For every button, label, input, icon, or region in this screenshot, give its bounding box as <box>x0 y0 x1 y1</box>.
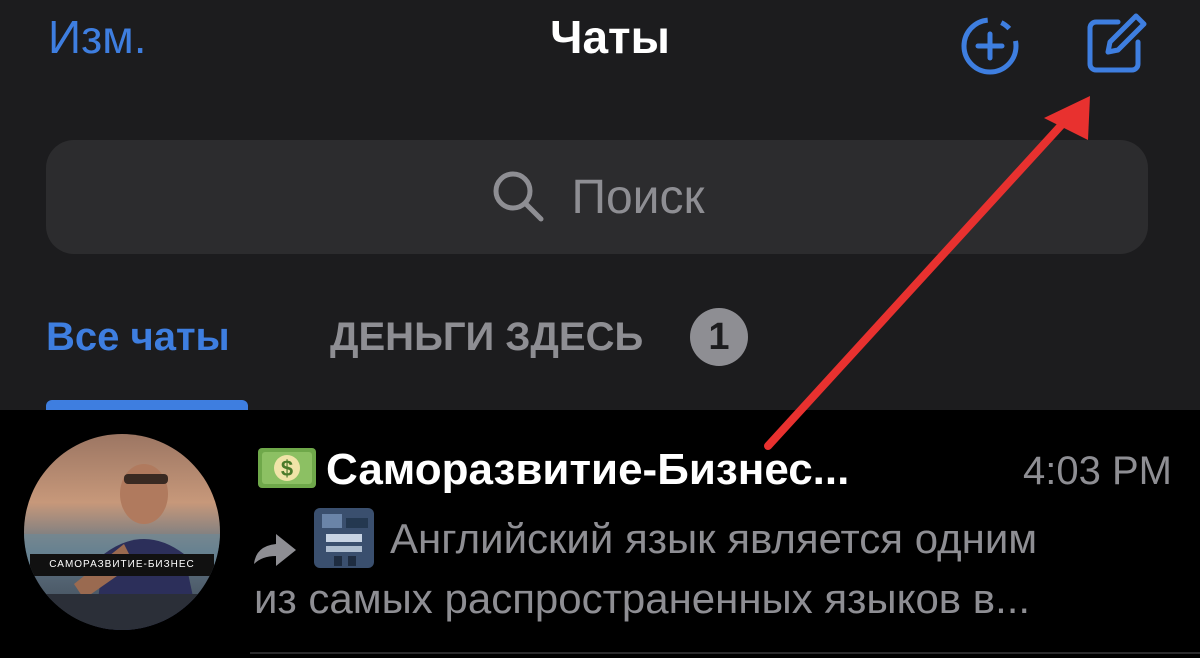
new-story-button[interactable] <box>956 12 1028 84</box>
plus-circle-dashed-icon <box>961 17 1019 75</box>
chats-header-area: Изм. Чаты Поиск Все чаты ДЕНЬГИ ЗДЕСЬ 1 <box>0 0 1200 410</box>
compose-button[interactable] <box>1080 8 1152 80</box>
tab-unread-badge: 1 <box>690 308 748 366</box>
search-placeholder: Поиск <box>571 170 705 224</box>
active-tab-indicator <box>46 400 248 410</box>
chat-avatar: САМОРАЗВИТИЕ-БИЗНЕС <box>24 434 220 630</box>
chat-title: Саморазвитие-Бизнес... <box>326 445 850 494</box>
message-thumbnail <box>314 508 374 568</box>
svg-text:$: $ <box>281 456 293 481</box>
chat-list: САМОРАЗВИТИЕ-БИЗНЕС $ Саморазвитие-Бизне… <box>0 410 1200 658</box>
search-icon <box>493 171 544 222</box>
avatar-photo <box>24 464 220 630</box>
money-banknote-emoji: $ <box>258 448 316 488</box>
forward-arrow-icon <box>254 534 296 566</box>
message-preview-line-1: Английский язык является одним <box>390 515 1038 562</box>
tab-money-here[interactable]: ДЕНЬГИ ЗДЕСЬ <box>330 312 643 362</box>
avatar-caption: САМОРАЗВИТИЕ-БИЗНЕС <box>30 554 214 576</box>
row-divider <box>250 652 1200 654</box>
message-preview-line-2: из самых распространенных языков в... <box>254 575 1031 622</box>
search-field[interactable]: Поиск <box>46 140 1148 254</box>
tab-all-chats[interactable]: Все чаты <box>46 312 230 362</box>
chat-timestamp: 4:03 PM <box>1023 449 1172 493</box>
compose-icon <box>1087 13 1147 73</box>
chat-list-item[interactable]: САМОРАЗВИТИЕ-БИЗНЕС $ Саморазвитие-Бизне… <box>0 410 1200 658</box>
